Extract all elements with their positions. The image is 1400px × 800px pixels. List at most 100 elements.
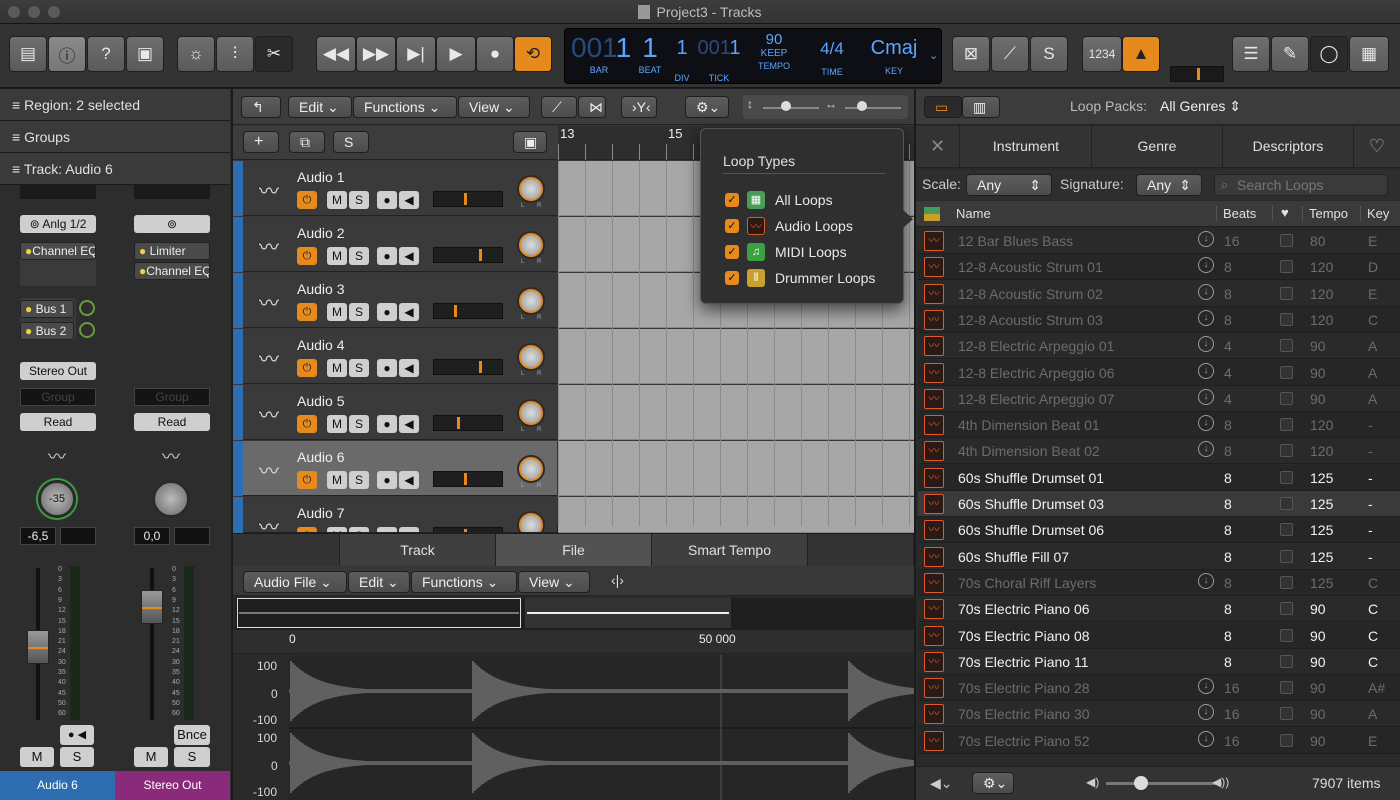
- master-volume-thumb[interactable]: [1197, 68, 1200, 80]
- track-monitor-button[interactable]: ◀: [399, 415, 419, 433]
- snap-button[interactable]: ›Y‹: [621, 96, 657, 118]
- favorite-checkbox[interactable]: [1280, 733, 1293, 747]
- list-item[interactable]: 〰 12-8 Electric Arpeggio 07 ↓ 4 90 A: [918, 385, 1400, 412]
- input-slot-stereo[interactable]: ⊚: [134, 215, 210, 233]
- name-column-header[interactable]: Name: [956, 206, 991, 221]
- track-monitor-button[interactable]: ◀: [399, 247, 419, 265]
- lcd-menu-chevron-icon[interactable]: ⌄: [929, 49, 938, 62]
- list-item[interactable]: 〰 60s Shuffle Drumset 03 8 125 -: [918, 491, 1400, 517]
- download-icon[interactable]: ↓: [1198, 283, 1214, 300]
- track-volume-slider[interactable]: [433, 527, 503, 532]
- duplicate-track-button[interactable]: ⧉: [289, 131, 325, 153]
- channel-name-stereo-out[interactable]: Stereo Out: [115, 771, 230, 800]
- track-mute-button[interactable]: M: [327, 415, 347, 433]
- track-solo-button[interactable]: S: [349, 191, 369, 209]
- track-solo-button[interactable]: S: [349, 359, 369, 377]
- browsers-button[interactable]: ▦: [1349, 36, 1389, 72]
- track-record-button[interactable]: ●: [377, 191, 397, 209]
- list-item[interactable]: 〰 12 Bar Blues Bass ↓ 16 80 E: [918, 228, 1400, 254]
- track-header[interactable]: 〰 Audio 3 ⏻ M S ● ◀ L R: [243, 273, 557, 328]
- track-pan-knob[interactable]: [517, 455, 545, 483]
- track-pan-knob[interactable]: [517, 175, 545, 203]
- search-input[interactable]: [1237, 176, 1383, 194]
- close-window-icon[interactable]: [8, 6, 20, 18]
- solo-button-left[interactable]: S: [60, 747, 94, 767]
- track-on-button[interactable]: ⏻: [297, 359, 317, 377]
- track-volume-thumb[interactable]: [457, 417, 460, 429]
- mute-button-left[interactable]: M: [20, 747, 54, 767]
- plugin-channel-eq-stereo[interactable]: ●Channel EQ: [134, 262, 210, 280]
- list-item[interactable]: 〰 12-8 Acoustic Strum 02 ↓ 8 120 E: [918, 280, 1400, 307]
- count-in-button[interactable]: 1234: [1082, 36, 1122, 72]
- flex-button[interactable]: ⋈: [578, 96, 606, 118]
- favorite-checkbox[interactable]: [1280, 418, 1293, 432]
- functions-menu[interactable]: Functions ⌄: [353, 96, 457, 118]
- track-name[interactable]: Audio 5: [297, 393, 344, 409]
- browser-action-menu[interactable]: ⚙⌄: [972, 772, 1014, 794]
- favorite-checkbox[interactable]: [1280, 260, 1293, 274]
- track-mute-button[interactable]: M: [327, 359, 347, 377]
- list-item[interactable]: 〰 70s Electric Piano 28 ↓ 16 90 A#: [918, 675, 1400, 702]
- mute-button-stereo[interactable]: M: [134, 747, 168, 767]
- track-name[interactable]: Audio 6: [297, 449, 344, 465]
- record-input-buttons[interactable]: ● ◀: [60, 725, 94, 745]
- tuner-button[interactable]: ⟋: [991, 36, 1029, 72]
- quick-help-button[interactable]: ?: [87, 36, 125, 72]
- list-item[interactable]: 〰 4th Dimension Beat 02 ↓ 8 120 -: [918, 438, 1400, 465]
- track-mute-button[interactable]: M: [327, 527, 347, 532]
- editor-edit-menu[interactable]: Edit ⌄: [348, 571, 410, 593]
- list-item[interactable]: 〰 60s Shuffle Drumset 01 8 125 -: [918, 464, 1400, 491]
- editor-tab[interactable]: Smart Tempo: [652, 534, 808, 566]
- track-pan-knob[interactable]: [517, 231, 545, 259]
- favorite-checkbox[interactable]: [1280, 365, 1293, 379]
- master-volume-slider[interactable]: [1170, 66, 1224, 82]
- track-header-menu[interactable]: ▣: [513, 131, 547, 153]
- list-item[interactable]: 〰 12-8 Acoustic Strum 01 ↓ 8 120 D: [918, 254, 1400, 281]
- volume-fader-stereo[interactable]: [141, 590, 163, 624]
- track-name[interactable]: Audio 2: [297, 225, 344, 241]
- group-slot-stereo[interactable]: Group: [134, 388, 210, 406]
- favorite-checkbox[interactable]: [1280, 681, 1293, 695]
- track-mute-button[interactable]: M: [327, 247, 347, 265]
- download-icon[interactable]: ↓: [1198, 441, 1214, 458]
- track-on-button[interactable]: ⏻: [297, 247, 317, 265]
- track-monitor-button[interactable]: ◀: [399, 303, 419, 321]
- track-on-button[interactable]: ⏻: [297, 471, 317, 489]
- key-column-header[interactable]: Key: [1360, 206, 1389, 221]
- editors-button[interactable]: ✂: [255, 36, 293, 72]
- track-monitor-button[interactable]: ◀: [399, 527, 419, 532]
- column-view-toggle[interactable]: ▥: [962, 96, 1000, 118]
- track-record-button[interactable]: ●: [377, 247, 397, 265]
- track-header[interactable]: 〰 Audio 6 ⏻ M S ● ◀ L R: [243, 441, 557, 496]
- list-item[interactable]: 〰 70s Electric Piano 06 8 90 C: [918, 596, 1400, 623]
- download-icon[interactable]: ↓: [1198, 309, 1214, 326]
- add-track-button[interactable]: +: [243, 131, 279, 153]
- favorite-checkbox[interactable]: [1280, 549, 1293, 563]
- replace-button[interactable]: ⊠: [952, 36, 990, 72]
- list-item[interactable]: 〰 4th Dimension Beat 01 ↓ 8 120 -: [918, 412, 1400, 439]
- smart-controls-button[interactable]: ☼: [177, 36, 215, 72]
- download-icon[interactable]: ↓: [1198, 678, 1214, 695]
- editor-ruler[interactable]: 0 50 000: [233, 630, 914, 654]
- preview-volume-slider[interactable]: [1106, 782, 1222, 785]
- button-view-toggle[interactable]: ▭: [924, 96, 962, 118]
- checkbox[interactable]: ✓: [725, 245, 739, 259]
- favorite-checkbox[interactable]: [1280, 707, 1293, 721]
- download-icon[interactable]: ↓: [1198, 388, 1214, 405]
- track-record-button[interactable]: ●: [377, 527, 397, 532]
- loop-type-item[interactable]: ✓ ⦀ Drummer Loops: [701, 267, 905, 289]
- track-name[interactable]: Audio 7: [297, 505, 344, 521]
- lcd-display[interactable]: 0011 BAR 1 BEAT 1 DIV 0011 TICK 90 KEEP TEMPO …: [564, 28, 942, 84]
- channel-name-audio-6[interactable]: Audio 6: [0, 771, 115, 800]
- favorite-checkbox[interactable]: [1280, 234, 1293, 247]
- split-icon[interactable]: ‹|›: [611, 572, 624, 588]
- track-monitor-button[interactable]: ◀: [399, 359, 419, 377]
- track-pan-knob[interactable]: [517, 511, 545, 532]
- track-volume-thumb[interactable]: [464, 473, 467, 485]
- list-editors-button[interactable]: ☰: [1232, 36, 1270, 72]
- track-mute-button[interactable]: M: [327, 191, 347, 209]
- list-item[interactable]: 〰 70s Choral Riff Layers ↓ 8 125 C: [918, 569, 1400, 596]
- volume-readout-stereo[interactable]: 0,0: [134, 527, 170, 545]
- track-on-button[interactable]: ⏻: [297, 303, 317, 321]
- download-icon[interactable]: ↓: [1198, 257, 1214, 274]
